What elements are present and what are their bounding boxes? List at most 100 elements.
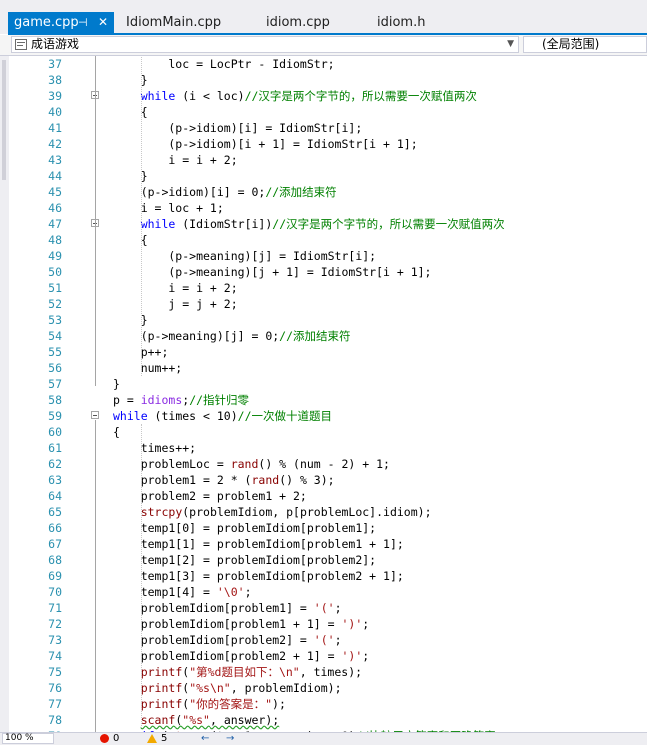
navigate-forward-icon[interactable]: →: [226, 733, 234, 745]
zoom-level-dropdown[interactable]: 100 %: [2, 733, 54, 744]
code-line[interactable]: 47 while (IdiomStr[i])//汉字是两个字节的，所以需要一次赋…: [9, 216, 647, 232]
code-line[interactable]: 53 }: [9, 312, 647, 328]
line-number: 53: [48, 313, 62, 327]
line-number: 56: [48, 361, 62, 375]
line-number: 39: [48, 89, 62, 103]
tab-label: IdiomMain.cpp: [126, 15, 222, 30]
code-line[interactable]: 72 problemIdiom[problem1 + 1] = ')';: [9, 616, 647, 632]
code-text: printf("%s\n", problemIdiom);: [140, 681, 342, 695]
code-line[interactable]: 50 (p->meaning)[j + 1] = IdiomStr[i + 1]…: [9, 264, 647, 280]
pin-icon[interactable]: ⊣: [78, 12, 88, 33]
tab-idiommain-cpp[interactable]: IdiomMain.cpp: [126, 12, 221, 33]
navigate-back-icon[interactable]: ←: [201, 733, 209, 745]
code-line[interactable]: 75 printf("第%d题目如下：\n", times);: [9, 664, 647, 680]
code-line[interactable]: 54 (p->meaning)[j] = 0;//添加结束符: [9, 328, 647, 344]
code-line[interactable]: 65 strcpy(problemIdiom, p[problemLoc].id…: [9, 504, 647, 520]
code-text: j = j + 2;: [113, 297, 238, 311]
code-line[interactable]: 43 i = i + 2;: [9, 152, 647, 168]
code-text: times++;: [113, 441, 197, 455]
code-line[interactable]: 68 temp1[2] = problemIdiom[problem2];: [9, 552, 647, 568]
code-text: temp1[0] = problemIdiom[problem1];: [113, 521, 377, 535]
tab-idiom-h[interactable]: idiom.h: [377, 12, 425, 33]
code-line[interactable]: 71 problemIdiom[problem1] = '(';: [9, 600, 647, 616]
code-line[interactable]: 59 while (times < 10)//一次做十道题目: [9, 408, 647, 424]
code-line[interactable]: 41 (p->idiom)[i] = IdiomStr[i];: [9, 120, 647, 136]
line-number: 78: [48, 713, 62, 727]
code-text: {: [113, 233, 148, 247]
scope-dropdown[interactable]: (全局范围): [523, 36, 647, 53]
code-line[interactable]: 61 times++;: [9, 440, 647, 456]
warning-icon[interactable]: [147, 734, 157, 743]
line-number: 70: [48, 585, 62, 599]
line-number: 59: [48, 409, 62, 423]
line-number: 48: [48, 233, 62, 247]
code-text: while (IdiomStr[i])//汉字是两个字节的，所以需要一次赋值两次: [140, 217, 505, 231]
line-number: 44: [48, 169, 62, 183]
code-line[interactable]: 49 (p->meaning)[j] = IdiomStr[i];: [9, 248, 647, 264]
code-line[interactable]: 39 while (i < loc)//汉字是两个字节的，所以需要一次赋值两次: [9, 88, 647, 104]
code-line[interactable]: 69 temp1[3] = problemIdiom[problem2 + 1]…: [9, 568, 647, 584]
line-number: 65: [48, 505, 62, 519]
code-text: strcpy(problemIdiom, p[problemLoc].idiom…: [140, 505, 432, 519]
code-text: loc = LocPtr - IdiomStr;: [113, 57, 335, 71]
code-line[interactable]: 70 temp1[4] = '\0';: [9, 584, 647, 600]
line-number: 46: [48, 201, 62, 215]
line-number: 74: [48, 649, 62, 663]
line-number: 72: [48, 617, 62, 631]
code-line[interactable]: 37 loc = LocPtr - IdiomStr;: [9, 56, 647, 72]
code-line[interactable]: 66 temp1[0] = problemIdiom[problem1];: [9, 520, 647, 536]
code-line[interactable]: 52 j = j + 2;: [9, 296, 647, 312]
code-line[interactable]: 73 problemIdiom[problem2] = '(';: [9, 632, 647, 648]
close-icon[interactable]: ✕: [98, 12, 108, 33]
code-text: }: [113, 313, 148, 327]
line-number: 45: [48, 185, 62, 199]
code-line[interactable]: 38 }: [9, 72, 647, 88]
line-number: 66: [48, 521, 62, 535]
margin-indicator: [2, 60, 6, 180]
code-text: p = idioms;//指针归零: [113, 393, 250, 407]
tab-label: idiom.h: [377, 15, 426, 30]
code-line[interactable]: 48 {: [9, 232, 647, 248]
code-line[interactable]: 62 problemLoc = rand() % (num - 2) + 1;: [9, 456, 647, 472]
line-number: 42: [48, 137, 62, 151]
code-line[interactable]: 45 (p->idiom)[i] = 0;//添加结束符: [9, 184, 647, 200]
code-line[interactable]: 58 p = idioms;//指针归零: [9, 392, 647, 408]
code-line[interactable]: 55 p++;: [9, 344, 647, 360]
code-line[interactable]: 74 problemIdiom[problem2 + 1] = ')';: [9, 648, 647, 664]
code-line[interactable]: 60 {: [9, 424, 647, 440]
tab-game-cpp[interactable]: game.cpp ⊣ ✕: [8, 12, 114, 33]
code-text: (p->idiom)[i] = 0;//添加结束符: [113, 185, 337, 199]
line-number: 61: [48, 441, 62, 455]
code-line[interactable]: 63 problem1 = 2 * (rand() % 3);: [9, 472, 647, 488]
code-text: (p->idiom)[i + 1] = IdiomStr[i + 1];: [113, 137, 418, 151]
code-line[interactable]: 64 problem2 = problem1 + 2;: [9, 488, 647, 504]
code-text: (p->idiom)[i] = IdiomStr[i];: [113, 121, 363, 135]
error-icon[interactable]: [100, 734, 109, 743]
code-text: num++;: [113, 361, 183, 375]
code-text: while (times < 10)//一次做十道题目: [113, 409, 332, 423]
code-editor[interactable]: 37 loc = LocPtr - IdiomStr; 38 } 39 while …: [9, 56, 647, 732]
code-line[interactable]: 46 i = loc + 1;: [9, 200, 647, 216]
code-text: }: [113, 73, 148, 87]
line-number: 69: [48, 569, 62, 583]
code-line[interactable]: 51 i = i + 2;: [9, 280, 647, 296]
code-line[interactable]: 40 {: [9, 104, 647, 120]
code-line[interactable]: 78 scanf("%s", answer);: [9, 712, 647, 728]
line-number: 38: [48, 73, 62, 87]
collapse-icon[interactable]: [91, 411, 99, 419]
project-dropdown[interactable]: 成语游戏 ▼: [11, 36, 519, 53]
line-number: 43: [48, 153, 62, 167]
error-count: 0: [113, 733, 120, 744]
code-line[interactable]: 76 printf("%s\n", problemIdiom);: [9, 680, 647, 696]
warning-count: 5: [161, 733, 168, 744]
code-line[interactable]: 57}: [9, 376, 647, 392]
code-line[interactable]: 56 num++;: [9, 360, 647, 376]
code-line[interactable]: 44 }: [9, 168, 647, 184]
code-line[interactable]: 67 temp1[1] = problemIdiom[problem1 + 1]…: [9, 536, 647, 552]
code-text: problem1 = 2 * (rand() % 3);: [113, 473, 335, 487]
line-number: 71: [48, 601, 62, 615]
code-line[interactable]: 77 printf("你的答案是：");: [9, 696, 647, 712]
tab-idiom-cpp[interactable]: idiom.cpp: [266, 12, 330, 33]
status-bar: 100 % 0 5 ← →: [0, 732, 647, 745]
code-line[interactable]: 42 (p->idiom)[i + 1] = IdiomStr[i + 1];: [9, 136, 647, 152]
